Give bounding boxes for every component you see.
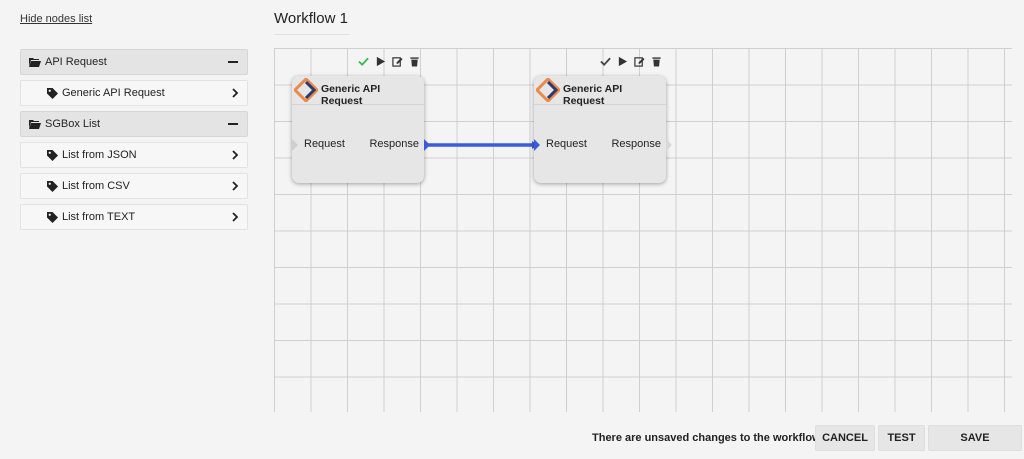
chevron-right-icon bbox=[232, 88, 239, 98]
test-button[interactable]: TEST bbox=[878, 425, 925, 451]
cancel-button[interactable]: CANCEL bbox=[815, 425, 875, 451]
collapse-icon[interactable] bbox=[228, 61, 238, 63]
output-label: Response bbox=[369, 138, 419, 150]
folder-open-icon bbox=[29, 120, 41, 129]
api-logo-icon bbox=[294, 78, 318, 102]
node-title: Generic API Request bbox=[563, 83, 623, 107]
node-item-generic-api-request[interactable]: Generic API Request bbox=[20, 80, 248, 106]
chevron-right-icon bbox=[232, 181, 239, 191]
edit-icon[interactable] bbox=[634, 56, 645, 67]
group-label: API Request bbox=[45, 56, 107, 68]
collapse-icon[interactable] bbox=[228, 123, 238, 125]
node-header: Generic API Request bbox=[292, 76, 424, 107]
node-item-list-from-json[interactable]: List from JSON bbox=[20, 142, 248, 168]
workflow-title: Workflow 1 bbox=[274, 10, 350, 35]
output-label: Response bbox=[611, 138, 661, 150]
node-header: Generic API Request bbox=[534, 76, 666, 107]
tag-icon bbox=[47, 180, 58, 192]
node-connection[interactable] bbox=[428, 140, 540, 150]
node-item-list-from-text[interactable]: List from TEXT bbox=[20, 204, 248, 230]
check-icon[interactable] bbox=[358, 56, 369, 67]
node-toolbar bbox=[358, 56, 420, 67]
tag-icon bbox=[47, 87, 58, 99]
check-icon[interactable] bbox=[600, 56, 611, 67]
save-button[interactable]: SAVE bbox=[928, 425, 1022, 451]
trash-icon[interactable] bbox=[651, 56, 662, 67]
group-sgbox-list[interactable]: SGBox List bbox=[20, 111, 248, 137]
folder-open-icon bbox=[29, 58, 41, 67]
play-icon[interactable] bbox=[617, 56, 628, 67]
item-label: List from CSV bbox=[62, 180, 130, 192]
workflow-node[interactable]: Generic API Request Request Response bbox=[292, 76, 430, 183]
trash-icon[interactable] bbox=[409, 56, 420, 67]
group-api-request[interactable]: API Request bbox=[20, 49, 248, 75]
input-label: Request bbox=[546, 138, 587, 150]
unsaved-changes-message: There are unsaved changes to the workflo… bbox=[592, 432, 821, 444]
chevron-right-icon bbox=[232, 212, 239, 222]
item-label: Generic API Request bbox=[62, 87, 165, 99]
item-label: List from TEXT bbox=[62, 211, 136, 223]
nodes-sidebar: API Request Generic API Request SGBox Li… bbox=[20, 49, 248, 235]
workflow-node[interactable]: Generic API Request Request Response bbox=[534, 76, 672, 183]
hide-nodes-list-link[interactable]: Hide nodes list bbox=[20, 13, 92, 25]
api-logo-icon bbox=[536, 78, 560, 102]
node-toolbar bbox=[600, 56, 662, 67]
chevron-right-icon bbox=[232, 150, 239, 160]
node-item-list-from-csv[interactable]: List from CSV bbox=[20, 173, 248, 199]
input-label: Request bbox=[304, 138, 345, 150]
node-title: Generic API Request bbox=[321, 83, 381, 107]
group-label: SGBox List bbox=[45, 118, 101, 130]
edit-icon[interactable] bbox=[392, 56, 403, 67]
output-port[interactable] bbox=[666, 139, 672, 151]
play-icon[interactable] bbox=[375, 56, 386, 67]
input-port[interactable] bbox=[292, 139, 298, 151]
tag-icon bbox=[47, 211, 58, 223]
tag-icon bbox=[47, 149, 58, 161]
input-port[interactable] bbox=[534, 139, 540, 151]
item-label: List from JSON bbox=[62, 149, 137, 161]
